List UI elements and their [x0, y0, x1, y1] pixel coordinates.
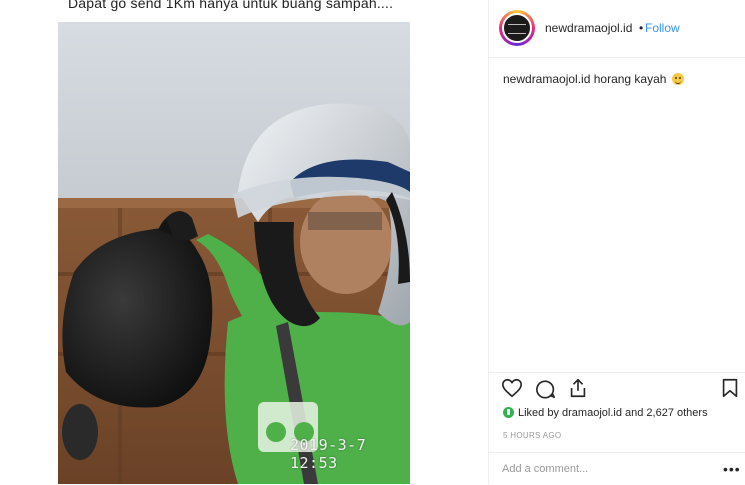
avatar[interactable]: [502, 13, 532, 43]
caption-text: horang kayah: [593, 72, 667, 86]
post-caption: newdramaojol.id horang kayah: [503, 72, 684, 86]
post-media-area: Dapat go send 1Km hanya untuk buang samp…: [0, 0, 488, 484]
likes-summary: Liked by dramaojol.id and 2,627 others: [503, 407, 708, 419]
post-side-panel: newdramaojol.id • Follow newdramaojol.id…: [488, 0, 745, 484]
bookmark-icon[interactable]: [719, 377, 741, 399]
header-separator: •: [639, 21, 644, 35]
heart-icon[interactable]: [501, 377, 523, 399]
comment-box: •••: [489, 452, 745, 485]
photo-illustration: [58, 22, 410, 484]
likes-others[interactable]: and 2,627 others: [622, 407, 708, 419]
photo-date-stamp: 2019-3-7 12:53: [290, 436, 367, 472]
liked-by-avatar-icon: [503, 407, 514, 418]
comment-input[interactable]: [502, 461, 702, 477]
follow-button[interactable]: Follow: [645, 21, 680, 35]
share-icon[interactable]: [567, 377, 589, 399]
post-timestamp[interactable]: 5 HOURS AGO: [503, 431, 561, 440]
image-overlay-caption: Dapat go send 1Km hanya untuk buang samp…: [68, 0, 394, 11]
caption-username[interactable]: newdramaojol.id: [503, 72, 590, 86]
post-header: newdramaojol.id • Follow: [489, 0, 745, 58]
post-photo[interactable]: 2019-3-7 12:53: [58, 22, 410, 484]
header-username[interactable]: newdramaojol.id: [545, 21, 632, 35]
action-bar: [489, 372, 745, 403]
liked-by-username[interactable]: dramaojol.id: [562, 407, 622, 419]
laughing-emoji-icon: [671, 73, 684, 85]
comment-icon[interactable]: [534, 377, 556, 399]
more-options-icon[interactable]: •••: [723, 461, 741, 477]
avatar-logo-icon: [508, 24, 526, 34]
likes-prefix: Liked by: [518, 407, 563, 419]
